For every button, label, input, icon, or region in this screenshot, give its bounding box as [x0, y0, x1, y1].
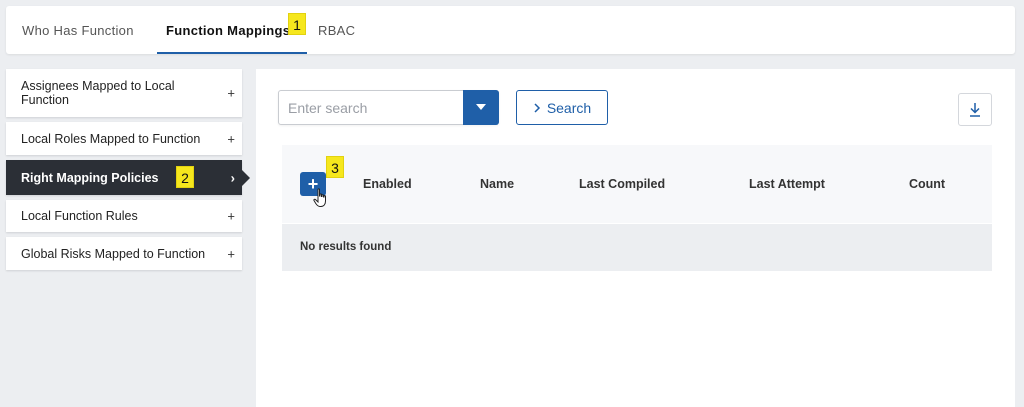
sidebar-item-right-mapping-policies[interactable]: Right Mapping Policies › — [6, 160, 250, 195]
search-button-label: Search — [546, 99, 592, 116]
download-icon — [970, 103, 980, 117]
tab-rbac[interactable]: RBAC — [318, 6, 355, 54]
column-header-last-compiled[interactable]: Last Compiled — [579, 145, 665, 223]
search-input[interactable] — [279, 91, 464, 124]
sidebar-item-assignees[interactable]: Assignees Mapped to Local Function + — [6, 69, 242, 117]
search-filter-dropdown[interactable] — [463, 90, 499, 125]
tab-who-has-function[interactable]: Who Has Function — [22, 6, 134, 54]
column-header-enabled[interactable]: Enabled — [363, 145, 412, 223]
callout-badge-1: 1 — [288, 13, 306, 35]
callout-badge-2: 2 — [176, 166, 194, 188]
expand-plus-icon[interactable]: + — [227, 209, 235, 224]
expand-plus-icon[interactable]: + — [227, 86, 235, 101]
column-header-last-attempt[interactable]: Last Attempt — [749, 145, 825, 223]
column-header-name[interactable]: Name — [480, 145, 514, 223]
hand-pointer-icon — [313, 188, 326, 207]
expand-plus-icon[interactable]: + — [227, 246, 235, 261]
chevron-right-icon[interactable]: › — [231, 170, 235, 185]
search-box — [278, 90, 499, 125]
sidebar: Assignees Mapped to Local Function + Loc… — [6, 69, 250, 275]
active-tab-indicator — [157, 52, 307, 54]
column-header-count[interactable]: Count — [909, 145, 945, 223]
search-button[interactable]: Search — [516, 90, 608, 125]
sidebar-item-label: Local Roles Mapped to Function — [21, 131, 201, 146]
sidebar-item-label: Global Risks Mapped to Function — [21, 246, 206, 261]
tab-bar: Who Has Function Function Mappings RBAC — [6, 6, 1015, 54]
table-header: + Enabled Name Last Compiled Last Attemp… — [282, 145, 992, 223]
caret-down-icon — [476, 104, 486, 110]
sidebar-item-global-risks[interactable]: Global Risks Mapped to Function + — [6, 237, 242, 270]
sidebar-item-local-roles[interactable]: Local Roles Mapped to Function + — [6, 122, 242, 155]
callout-badge-3: 3 — [326, 156, 344, 178]
empty-results-message: No results found — [282, 224, 992, 271]
sidebar-item-label: Right Mapping Policies — [21, 170, 159, 185]
sidebar-item-label: Local Function Rules — [21, 209, 138, 223]
download-button[interactable] — [958, 93, 992, 126]
sidebar-item-label: Assignees Mapped to Local Function — [21, 79, 175, 107]
sidebar-item-local-function-rules[interactable]: Local Function Rules + — [6, 200, 242, 232]
chevron-right-icon — [534, 102, 540, 113]
tab-function-mappings[interactable]: Function Mappings — [166, 6, 290, 54]
main-panel: Search + Enabled Name Last Compiled Last… — [256, 69, 1015, 407]
expand-plus-icon[interactable]: + — [227, 131, 235, 146]
